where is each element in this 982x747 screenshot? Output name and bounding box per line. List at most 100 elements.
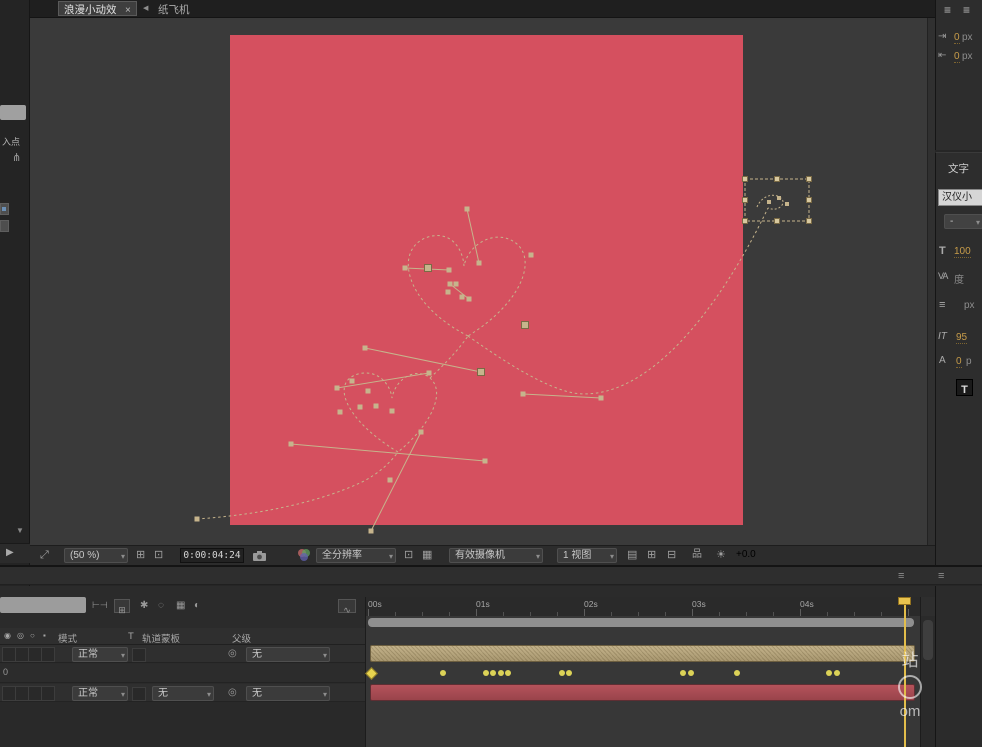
preserve-transparency-cell[interactable] — [132, 648, 146, 662]
parent-column-header[interactable]: 父级 — [232, 631, 251, 645]
timecode-display[interactable]: 0:00:04:24 — [180, 548, 244, 563]
target-icon[interactable]: ⊡ — [154, 548, 163, 562]
exposure-icon[interactable]: ☀ — [716, 548, 726, 562]
font-family-value: 汉仪小 — [942, 192, 972, 203]
audio-column-icon: ◎ — [17, 631, 24, 640]
layer-bar-solid[interactable] — [370, 684, 915, 701]
expand-icon[interactable]: ⤢ — [40, 548, 49, 562]
preserve-transparency-cell[interactable] — [132, 687, 146, 701]
composition-viewport[interactable] — [30, 18, 935, 545]
parent-pickwhip-icon[interactable]: ◎ — [228, 648, 237, 659]
baseline-shift-value[interactable]: 0 — [956, 356, 962, 368]
tab-composition-active[interactable]: 浪漫小动效 × — [58, 1, 137, 16]
current-time-indicator-grabber[interactable] — [898, 597, 911, 605]
solo-switch-cell[interactable] — [28, 647, 42, 662]
layer-row-2[interactable]: 正常 无 ◎ 无 — [0, 684, 365, 702]
faux-bold-button[interactable]: T — [956, 379, 973, 396]
video-switch-cell[interactable] — [2, 647, 16, 662]
view-layout-dropdown[interactable]: 1 视图 — [557, 548, 617, 563]
parent-pickwhip-icon[interactable]: ◎ — [228, 687, 237, 698]
font-style-value: - — [950, 216, 954, 227]
draft-3d-icon[interactable]: ✱ — [140, 600, 148, 611]
ruler-label: 00s — [368, 599, 382, 609]
audio-switch-cell[interactable] — [15, 647, 29, 662]
flowchart-icon[interactable]: 品 — [692, 548, 702, 562]
parent-dropdown[interactable]: 无 — [246, 647, 330, 662]
panel-menu-icon[interactable]: ≡ — [938, 570, 944, 582]
keyframe-nav-label: 0 — [3, 667, 9, 677]
watermark: 站 om — [888, 646, 932, 720]
graph-editor-button[interactable]: ∿ — [338, 599, 356, 615]
play-panel-icon[interactable]: ▶ — [6, 547, 14, 558]
hide-shy-icon[interactable]: ◌ — [158, 600, 164, 611]
indent-left-icon: ⇥ — [938, 31, 947, 42]
timeline-header-strip: ≡ ≡ — [0, 565, 982, 585]
font-style-dropdown[interactable]: - — [944, 214, 982, 229]
tracks-background — [365, 616, 920, 747]
composition-canvas[interactable] — [230, 35, 743, 525]
time-ruler[interactable]: 00s 01s 02s 03s 04s — [365, 597, 920, 616]
align-center-icon[interactable]: ≡ — [963, 3, 970, 17]
mini-flowchart-button[interactable]: ⊞ — [114, 599, 130, 615]
parent-dropdown[interactable]: 无 — [246, 686, 330, 701]
blend-mode-value: 正常 — [78, 688, 98, 699]
zoom-dropdown[interactable]: (50 %) — [64, 548, 128, 563]
ruler-label: 03s — [692, 599, 706, 609]
region-of-interest-icon[interactable]: ⊡ — [404, 548, 413, 562]
preserve-transparency-header[interactable]: T — [128, 631, 134, 642]
blend-mode-dropdown[interactable]: 正常 — [72, 686, 128, 701]
font-size-value[interactable]: 100 — [954, 246, 971, 258]
blend-mode-dropdown[interactable]: 正常 — [72, 647, 128, 662]
left-dock-field[interactable] — [0, 105, 26, 120]
parent-branch-icon[interactable]: ⋔ — [12, 151, 21, 164]
grid-guides-icon[interactable]: ⊞ — [647, 548, 656, 562]
solo-switch-cell[interactable] — [28, 686, 42, 701]
character-panel-title[interactable]: 文字 — [948, 161, 969, 176]
ruler-label: 02s — [584, 599, 598, 609]
indent-left-unit: px — [962, 32, 973, 43]
timeline-left-empty — [0, 702, 365, 747]
watermark-logo — [898, 675, 922, 699]
exposure-value[interactable]: +0.0 — [736, 549, 756, 560]
layer-row-1[interactable]: 正常 ◎ 无 — [0, 645, 365, 663]
video-switch-cell[interactable] — [2, 686, 16, 701]
font-family-field[interactable]: 汉仪小 — [938, 189, 982, 206]
tab-composition-inactive[interactable]: 纸飞机 — [158, 2, 190, 17]
viewport-vscrollbar[interactable] — [927, 18, 935, 545]
indent-right-value[interactable]: 0 — [954, 51, 960, 63]
in-out-icons[interactable]: ⊢⊣ — [92, 600, 108, 611]
work-area-bar[interactable] — [368, 618, 914, 627]
frame-blend-icon[interactable]: ▦ — [176, 600, 185, 611]
tab-close-icon[interactable]: × — [125, 5, 131, 16]
share-view-icon[interactable]: ▤ — [627, 548, 637, 562]
trkmat-value: 无 — [158, 688, 168, 699]
kerning-value[interactable]: 度 — [954, 271, 964, 286]
lock-switch-cell[interactable] — [41, 647, 55, 662]
trkmat-column-header[interactable]: 轨道蒙板 — [142, 631, 180, 645]
left-dock-swatch-2[interactable] — [0, 220, 9, 232]
comp-marker-button[interactable] — [920, 597, 935, 616]
vertical-scale-value[interactable]: 95 — [956, 332, 968, 344]
layer-bar-text[interactable] — [370, 645, 915, 662]
timeline-menu-icon[interactable]: ≡ — [898, 570, 904, 582]
motion-blur-icon[interactable]: ◐ — [194, 600, 200, 611]
trkmat-dropdown[interactable]: 无 — [152, 686, 214, 701]
watermark-char: 站 — [901, 651, 919, 670]
grid-options-icon[interactable]: ⊞ — [136, 548, 145, 562]
resolution-dropdown[interactable]: 全分辨率 — [316, 548, 396, 563]
mask-visibility-icon[interactable]: ⊟ — [667, 548, 676, 562]
transparency-grid-icon[interactable]: ▦ — [422, 548, 432, 562]
viewer-toolbar: ⤢ (50 %) ⊞ ⊡ 0:00:04:24 全分辨率 ⊡ ▦ 有效摄像机 1… — [30, 545, 935, 565]
align-left-icon[interactable]: ≡ — [944, 3, 951, 17]
audio-switch-cell[interactable] — [15, 686, 29, 701]
left-dock-swatch-1[interactable] — [0, 203, 9, 215]
current-time-field[interactable] — [0, 597, 86, 613]
mode-column-header[interactable]: 模式 — [58, 631, 77, 645]
tab-nav-arrow-icon[interactable]: ◀ — [143, 4, 148, 12]
lock-switch-cell[interactable] — [41, 686, 55, 701]
camera-dropdown[interactable]: 有效摄像机 — [449, 548, 543, 563]
scroll-down-icon[interactable]: ▼ — [16, 526, 24, 535]
indent-left-value[interactable]: 0 — [954, 32, 960, 44]
after-effects-window: 入点 ⋔ ▼ ▶ 浪漫小动效 × ◀ 纸飞机 ⤢ (50 %) ⊞ ⊡ 0:00… — [0, 0, 982, 747]
leading-unit: px — [964, 300, 975, 311]
